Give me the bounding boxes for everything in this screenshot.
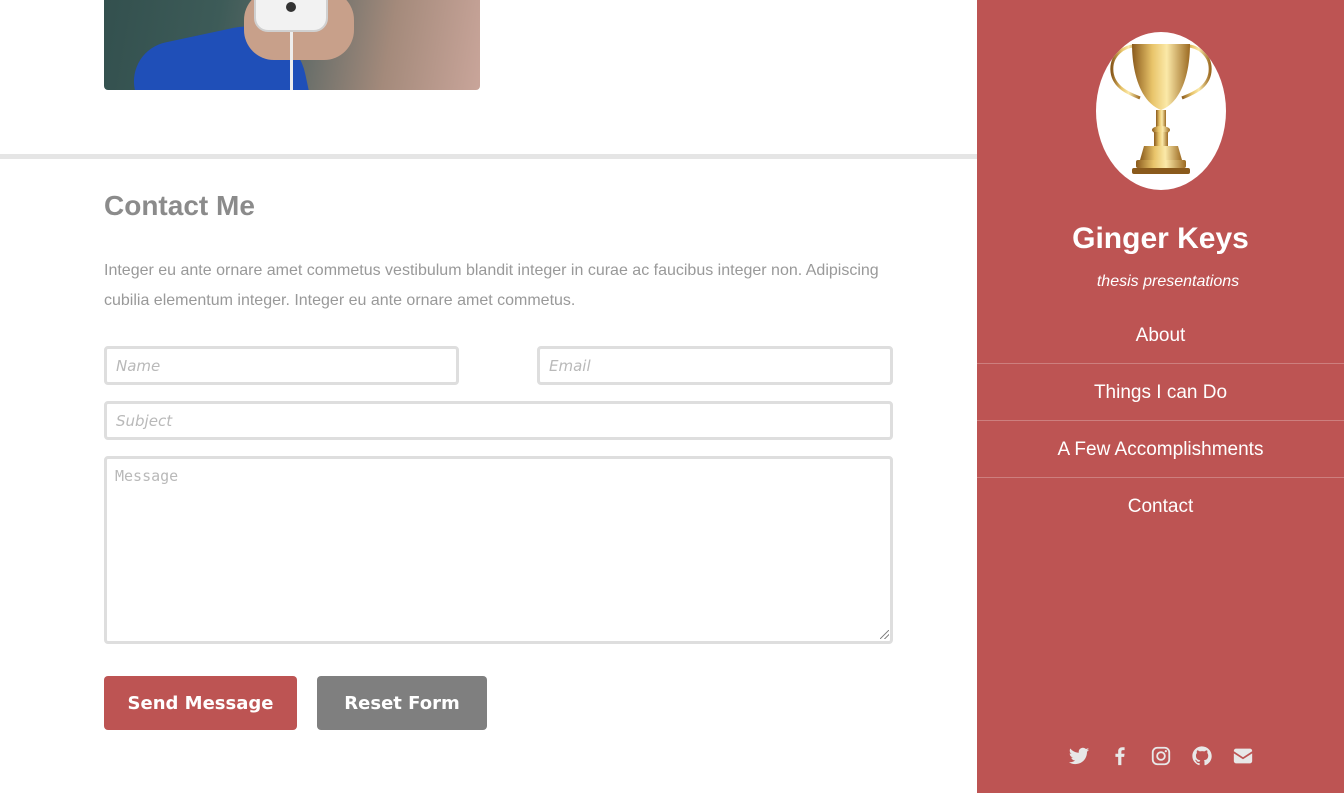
facebook-icon[interactable] xyxy=(1109,745,1131,767)
name-input[interactable] xyxy=(104,346,459,385)
main-content: Contact Me Integer eu ante ornare amet c… xyxy=(0,0,977,793)
nav-item-accomplishments[interactable]: A Few Accomplishments xyxy=(977,421,1344,478)
resize-grip-icon[interactable] xyxy=(880,630,889,639)
nav-item-about[interactable]: About xyxy=(977,307,1344,364)
instagram-icon[interactable] xyxy=(1150,745,1172,767)
contact-title: Contact Me xyxy=(104,190,255,221)
phone-photo xyxy=(104,0,480,90)
section-divider xyxy=(0,154,977,159)
github-icon[interactable] xyxy=(1191,745,1213,767)
site-name: Ginger Keys xyxy=(1072,222,1249,255)
nav-item-contact[interactable]: Contact xyxy=(977,478,1344,535)
twitter-icon[interactable] xyxy=(1068,745,1090,767)
contact-intro: Integer eu ante ornare amet commetus ves… xyxy=(104,262,879,309)
reset-form-button[interactable]: Reset Form xyxy=(317,676,487,730)
message-textarea[interactable] xyxy=(104,456,893,644)
tagline: thesis presentations xyxy=(1096,273,1240,290)
sidebar-nav: About Things I can Do A Few Accomplishme… xyxy=(977,307,1344,535)
social-links xyxy=(977,745,1344,767)
avatar[interactable] xyxy=(1096,32,1226,190)
envelope-icon[interactable] xyxy=(1232,745,1254,767)
email-input[interactable] xyxy=(537,346,893,385)
sidebar: Ginger Keys thesis presentations About T… xyxy=(977,0,1344,793)
subject-input[interactable] xyxy=(104,401,893,440)
trophy-icon xyxy=(1110,44,1212,174)
send-message-button[interactable]: Send Message xyxy=(104,676,297,730)
nav-item-things-i-can-do[interactable]: Things I can Do xyxy=(977,364,1344,421)
